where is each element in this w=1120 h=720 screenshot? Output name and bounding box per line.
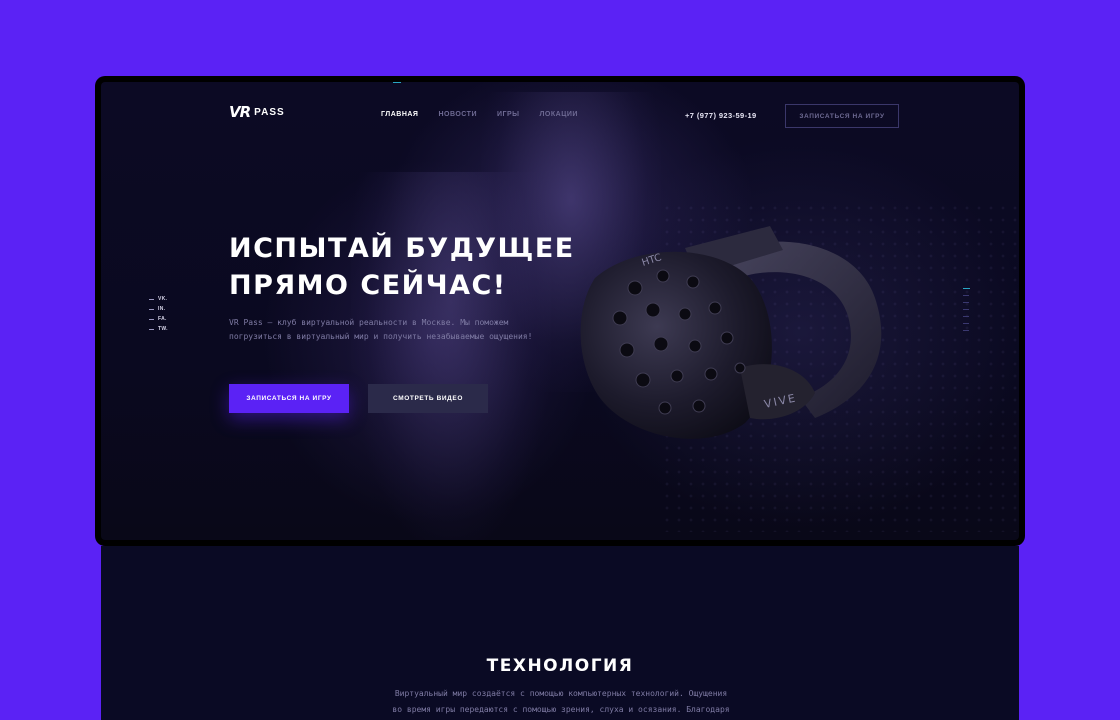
section-text: Виртуальный мир создаётся с помощью комп… [361,686,761,718]
hero-title-line: ИСПЫТАЙ БУДУЩЕЕ [229,233,575,264]
technology-section: ТЕХНОЛОГИЯ Виртуальный мир создаётся с п… [101,546,1019,720]
social-links: VK. IN. FA. TW. [149,296,168,332]
social-link-facebook[interactable]: FA. [149,316,168,322]
dash-icon [149,298,154,300]
social-label: TW. [158,326,168,332]
dash-icon [149,328,154,330]
signup-button[interactable]: ЗАПИСАТЬСЯ НА ИГРУ [229,384,349,413]
hero-title: ИСПЫТАЙ БУДУЩЕЕ ПРЯМО СЕЙЧАС! [229,230,575,304]
social-label: FA. [158,316,167,322]
logo-pass-text: PASS [254,106,285,118]
social-label: IN. [158,306,166,312]
top-indicator [393,82,401,83]
nav-item-home[interactable]: ГЛАВНАЯ [381,111,418,118]
hero-background: VR PASS ГЛАВНАЯ НОВОСТИ ИГРЫ ЛОКАЦИИ +7 … [101,82,1019,540]
slider-tick[interactable] [963,323,969,324]
phone-number[interactable]: +7 (977) 923-59-19 [685,111,757,120]
social-link-instagram[interactable]: IN. [149,306,168,312]
hero-description: VR Pass — клуб виртуальной реальности в … [229,318,533,341]
social-link-vk[interactable]: VK. [149,296,168,302]
slider-pagination [963,288,970,331]
social-link-twitter[interactable]: TW. [149,326,168,332]
dash-icon [149,308,154,310]
hero-title-line: ПРЯМО СЕЙЧАС! [229,270,507,301]
nav-item-games[interactable]: ИГРЫ [497,111,520,118]
slider-tick[interactable] [963,295,969,296]
slider-tick[interactable] [963,302,969,303]
nav-item-news[interactable]: НОВОСТИ [438,111,477,118]
slider-tick[interactable] [963,288,970,289]
section-title: ТЕХНОЛОГИЯ [486,656,634,676]
watch-video-button[interactable]: СМОТРЕТЬ ВИДЕО [368,384,488,413]
slider-tick[interactable] [963,330,969,331]
nav-item-locations[interactable]: ЛОКАЦИИ [540,111,578,118]
section-text-line: во время игры передаются с помощью зрени… [392,705,730,714]
header-signup-button[interactable]: ЗАПИСАТЬСЯ НА ИГРУ [785,104,899,128]
logo[interactable]: VR PASS [229,103,285,121]
logo-vr-mark: VR [229,103,251,121]
main-nav: ГЛАВНАЯ НОВОСТИ ИГРЫ ЛОКАЦИИ [381,111,578,118]
hero-window: VR PASS ГЛАВНАЯ НОВОСТИ ИГРЫ ЛОКАЦИИ +7 … [95,76,1025,546]
slider-tick[interactable] [963,309,969,310]
social-label: VK. [158,296,168,302]
slider-tick[interactable] [963,316,969,317]
vr-headset-illustration: HTC VIVE [580,226,882,439]
section-text-line: Виртуальный мир создаётся с помощью комп… [394,689,728,698]
dash-icon [149,318,154,320]
